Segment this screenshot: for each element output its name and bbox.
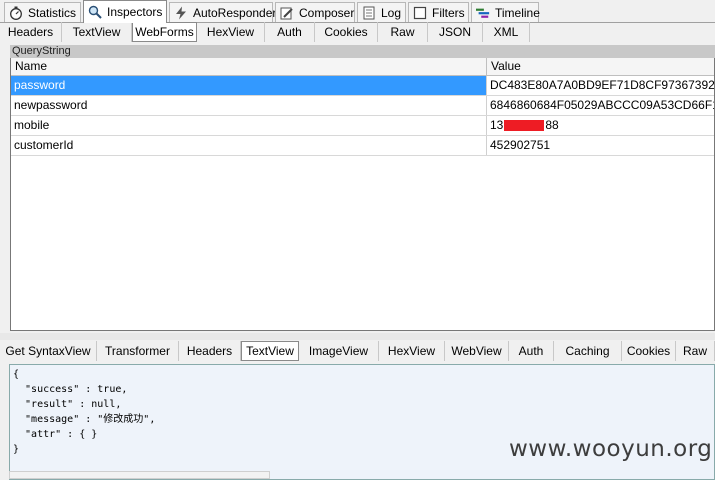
column-header-name[interactable]: Name — [11, 58, 487, 75]
tab-label: Inspectors — [107, 5, 163, 19]
param-value: 6846860684F05029ABCCC09A53CD66F1 — [490, 98, 715, 112]
redaction-mark — [504, 120, 545, 132]
tab-autoresponder[interactable]: AutoResponder — [169, 2, 277, 22]
request-tab-raw[interactable]: Raw — [378, 22, 428, 42]
tab-label: Log — [381, 5, 402, 20]
stopwatch-icon — [9, 6, 23, 20]
response-tab-auth[interactable]: Auth — [509, 341, 554, 361]
response-line: "message" : "修改成功", — [13, 414, 156, 425]
request-tab-xml[interactable]: XML — [483, 22, 530, 42]
tab-timeline[interactable]: Timeline — [471, 2, 540, 22]
value-prefix: 13 — [490, 118, 504, 132]
request-tab-json[interactable]: JSON — [428, 22, 483, 42]
value-suffix: 88 — [545, 118, 559, 132]
response-tab-caching[interactable]: Caching — [554, 341, 622, 361]
response-tab-raw[interactable]: Raw — [676, 341, 715, 361]
response-tab-imageview[interactable]: ImageView — [299, 341, 379, 361]
tab-statistics[interactable]: Statistics — [4, 2, 81, 22]
splitter[interactable] — [0, 333, 715, 340]
main-tab-bar: Statistics Inspectors AutoResponder Comp… — [0, 0, 715, 23]
param-value: 13 88 — [487, 116, 714, 135]
request-tab-bar: Headers TextView WebForms HexView Auth C… — [0, 22, 715, 42]
tab-label: Statistics — [28, 5, 77, 20]
response-tab-hexview[interactable]: HexView — [379, 341, 445, 361]
response-tab-cookies[interactable]: Cookies — [622, 341, 676, 361]
param-name: password — [11, 76, 487, 95]
grid-header: Name Value — [11, 58, 714, 76]
response-tab-headers[interactable]: Headers — [179, 341, 241, 361]
document-icon — [362, 6, 376, 20]
tab-filters[interactable]: Filters — [408, 2, 469, 22]
param-name: mobile — [11, 116, 487, 135]
request-tab-hexview[interactable]: HexView — [197, 22, 265, 42]
response-line: "success" : true, — [13, 384, 128, 395]
response-text-area[interactable]: { "success" : true, "result" : null, "me… — [9, 364, 715, 480]
response-tab-textview[interactable]: TextView — [241, 341, 299, 361]
tab-label: Composer — [299, 5, 355, 20]
table-row[interactable]: newpassword 6846860684F05029ABCCC09A53CD… — [11, 96, 715, 116]
param-name: newpassword — [11, 96, 487, 115]
param-value: DC483E80A7A0BD9EF71D8CF973673924 — [490, 78, 715, 92]
tab-inspectors[interactable]: Inspectors — [83, 0, 167, 23]
tab-label: Filters — [432, 5, 465, 20]
table-row[interactable]: customerId 452902751 — [11, 136, 714, 156]
table-row[interactable]: mobile 13 88 — [11, 116, 714, 136]
request-tab-textview[interactable]: TextView — [62, 22, 132, 42]
lightning-icon — [174, 6, 188, 20]
table-row[interactable]: password DC483E80A7A0BD9EF71D8CF97367392… — [11, 76, 715, 96]
request-tab-auth[interactable]: Auth — [265, 22, 315, 42]
response-tab-transformer[interactable]: Transformer — [97, 341, 179, 361]
magnifier-icon — [88, 5, 102, 19]
querystring-grid: Name Value password DC483E80A7A0BD9EF71D… — [10, 58, 715, 331]
tab-log[interactable]: Log — [357, 2, 406, 22]
response-tab-webview[interactable]: WebView — [445, 341, 509, 361]
tab-label: Timeline — [495, 5, 540, 20]
pencil-icon — [280, 6, 294, 20]
response-tab-bar: Get SyntaxView Transformer Headers TextV… — [0, 341, 715, 361]
param-name: customerId — [11, 136, 487, 155]
response-tab-syntaxview[interactable]: Get SyntaxView — [0, 341, 97, 361]
request-tab-headers[interactable]: Headers — [0, 22, 62, 42]
param-value: 452902751 — [490, 138, 551, 152]
column-header-value[interactable]: Value — [487, 58, 714, 75]
request-tab-cookies[interactable]: Cookies — [315, 22, 378, 42]
watermark: www.wooyun.org — [509, 436, 713, 462]
checkbox-icon — [413, 6, 427, 20]
response-line: { — [13, 369, 20, 380]
querystring-title: QueryString — [10, 45, 715, 58]
request-tab-webforms[interactable]: WebForms — [132, 22, 197, 42]
tab-composer[interactable]: Composer — [275, 2, 355, 22]
response-line: "result" : null, — [13, 399, 122, 410]
horizontal-scrollbar[interactable] — [9, 471, 270, 479]
tab-label: AutoResponder — [193, 5, 277, 20]
timeline-icon — [476, 6, 490, 20]
